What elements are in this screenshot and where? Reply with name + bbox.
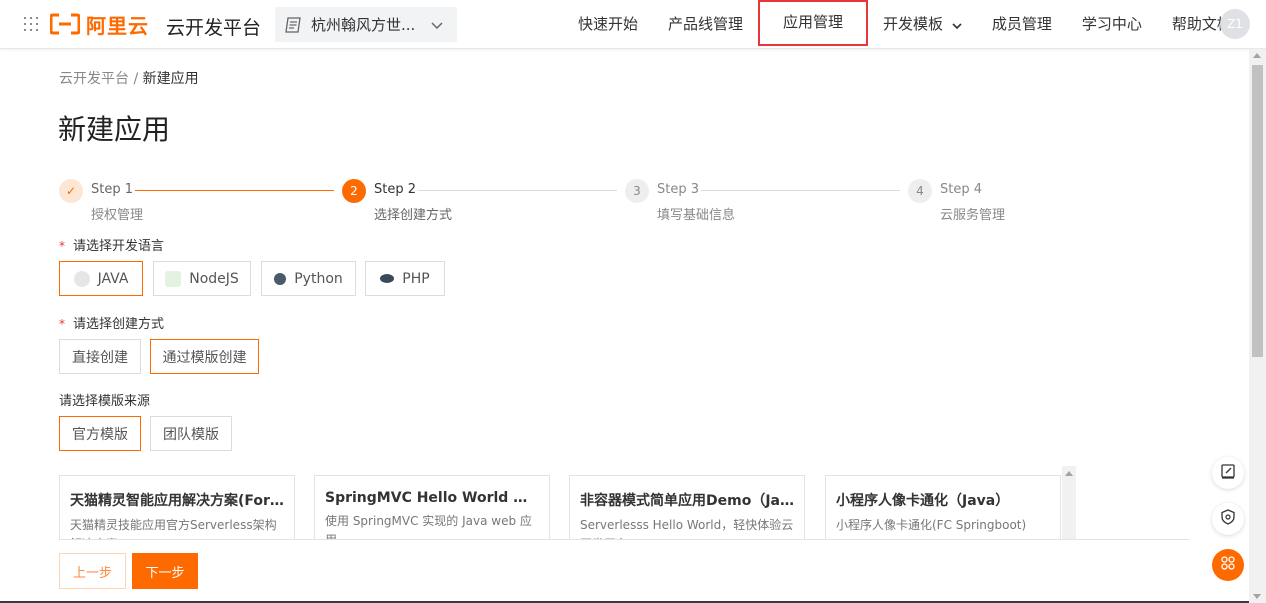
method-option-direct[interactable]: 直接创建 [59,339,141,374]
breadcrumb: 云开发平台 / 新建应用 [59,68,199,88]
step-1-desc: 授权管理 [91,208,144,223]
scroll-down-arrow-icon[interactable] [1253,594,1261,599]
lang-option-label: JAVA [97,270,129,287]
source-option-team[interactable]: 团队模版 [150,416,232,451]
language-label-text: 请选择开发语言 [73,239,165,254]
logo-text: 阿里云 [86,13,149,38]
chevron-down-icon [431,16,443,34]
step-2-desc: 选择创建方式 [374,208,453,223]
aliyun-logo[interactable]: 阿里云 [50,12,149,38]
lang-option-label: NodeJS [189,270,239,287]
platform-name[interactable]: 云开发平台 [166,13,261,40]
step-4-title: Step 4 [940,182,983,197]
nav-dev-templates-label: 开发模板 [883,15,944,33]
language-label: * 请选择开发语言 [59,235,164,254]
template-list: 天猫精灵智能应用解决方案(For ... 天猫精灵技能应用官方Serverles… [59,466,1076,540]
shield-icon [1220,509,1236,529]
next-step-button[interactable]: 下一步 [132,553,198,589]
source-option-official[interactable]: 官方模版 [59,416,141,451]
template-card-desc: 天猫精灵技能应用官方Serverless架构解决方案 [70,518,277,540]
lang-option-label: PHP [402,270,430,287]
step-2-title: Step 2 [374,182,417,197]
template-card-title: 天猫精灵智能应用解决方案(For ... [70,493,284,509]
python-icon [274,272,287,285]
step-4-desc: 云服务管理 [940,208,1006,223]
template-list-scrollbar[interactable] [1062,466,1076,540]
step-3-connector [701,190,900,191]
scrollbar-thumb[interactable] [1252,65,1263,357]
footer-divider [59,539,1190,540]
breadcrumb-separator: / [133,71,139,87]
nav-learning[interactable]: 学习中心 [1067,0,1157,48]
php-icon [380,274,395,283]
template-card[interactable]: 天猫精灵智能应用解决方案(For ... 天猫精灵技能应用官方Serverles… [59,475,295,540]
feedback-button[interactable] [1212,457,1244,489]
template-card[interactable]: SpringMVC Hello World WEB... 使用 SpringMV… [314,475,550,540]
scroll-up-arrow-icon[interactable] [1253,53,1261,58]
step-2-number: 2 [342,179,366,203]
page-title: 新建应用 [58,113,171,146]
workspace-selector[interactable]: 杭州翰风方世... [275,7,457,42]
required-mark: * [59,317,65,331]
user-avatar[interactable]: Z1 [1220,9,1250,39]
lang-option-java[interactable]: JAVA [59,261,143,296]
step-4-number: 4 [908,179,932,203]
source-label: 请选择模版来源 [59,394,151,409]
workspace-name: 杭州翰风方世... [311,16,416,34]
method-label: * 请选择创建方式 [59,313,164,332]
step-3-number: 3 [625,179,649,203]
edit-note-icon [1220,463,1236,483]
workspace-icon [285,16,303,34]
step-1-title: Step 1 [91,182,134,197]
template-card-desc: 小程序人像卡通化(FC Springboot) [836,518,1027,532]
nav-members[interactable]: 成员管理 [977,0,1067,48]
nodejs-icon [165,270,182,287]
nav-app-management[interactable]: 应用管理 [758,0,869,46]
main-nav: 快速开始 产品线管理 应用管理 开发模板 成员管理 学习中心 帮助文档 [563,0,1247,48]
nav-product-line[interactable]: 产品线管理 [653,0,758,48]
page-scrollbar[interactable] [1249,49,1266,603]
method-label-text: 请选择创建方式 [73,317,165,332]
template-card-title: 小程序人像卡通化（Java） [836,493,1010,509]
chevron-down-icon [952,1,962,49]
step-1-connector [135,190,334,191]
java-icon [73,270,90,287]
step-2-connector [418,190,617,191]
required-mark: * [59,239,65,253]
app-grid-icon[interactable] [24,17,38,31]
apps-grid-icon [1220,555,1236,575]
lang-option-python[interactable]: Python [261,261,356,296]
breadcrumb-current: 新建应用 [142,71,199,87]
aliyun-logo-icon [50,13,80,35]
lang-option-label: Python [294,270,343,287]
security-button[interactable] [1212,503,1244,535]
breadcrumb-parent[interactable]: 云开发平台 [59,71,129,87]
nav-dev-templates[interactable]: 开发模板 [868,0,977,48]
template-card-title: 非容器模式简单应用Demo（Ja... [580,493,794,509]
prev-step-button[interactable]: 上一步 [59,553,126,589]
template-card[interactable]: 小程序人像卡通化（Java） 小程序人像卡通化(FC Springboot) [825,475,1061,540]
template-card-desc: Serverlesss Hello World，轻快体验云开发平台 [580,518,794,540]
step-1-check-icon: ✓ [59,179,83,203]
lang-option-php[interactable]: PHP [365,261,445,296]
template-card-title: SpringMVC Hello World WEB... [325,490,539,506]
step-3-desc: 填写基础信息 [657,208,736,223]
method-option-template[interactable]: 通过模版创建 [150,339,259,374]
step-3-title: Step 3 [657,182,700,197]
scroll-up-arrow-icon[interactable] [1065,471,1073,476]
nav-quick-start[interactable]: 快速开始 [563,0,653,48]
app-menu-button[interactable] [1212,549,1244,581]
template-card[interactable]: 非容器模式简单应用Demo（Ja... Serverlesss Hello Wo… [569,475,805,540]
template-card-desc: 使用 SpringMVC 实现的 Java web 应用 [325,514,532,540]
lang-option-nodejs[interactable]: NodeJS [153,261,251,296]
top-header: 阿里云 云开发平台 杭州翰风方世... 快速开始 产品线管理 应用管理 开发模板… [0,0,1266,49]
